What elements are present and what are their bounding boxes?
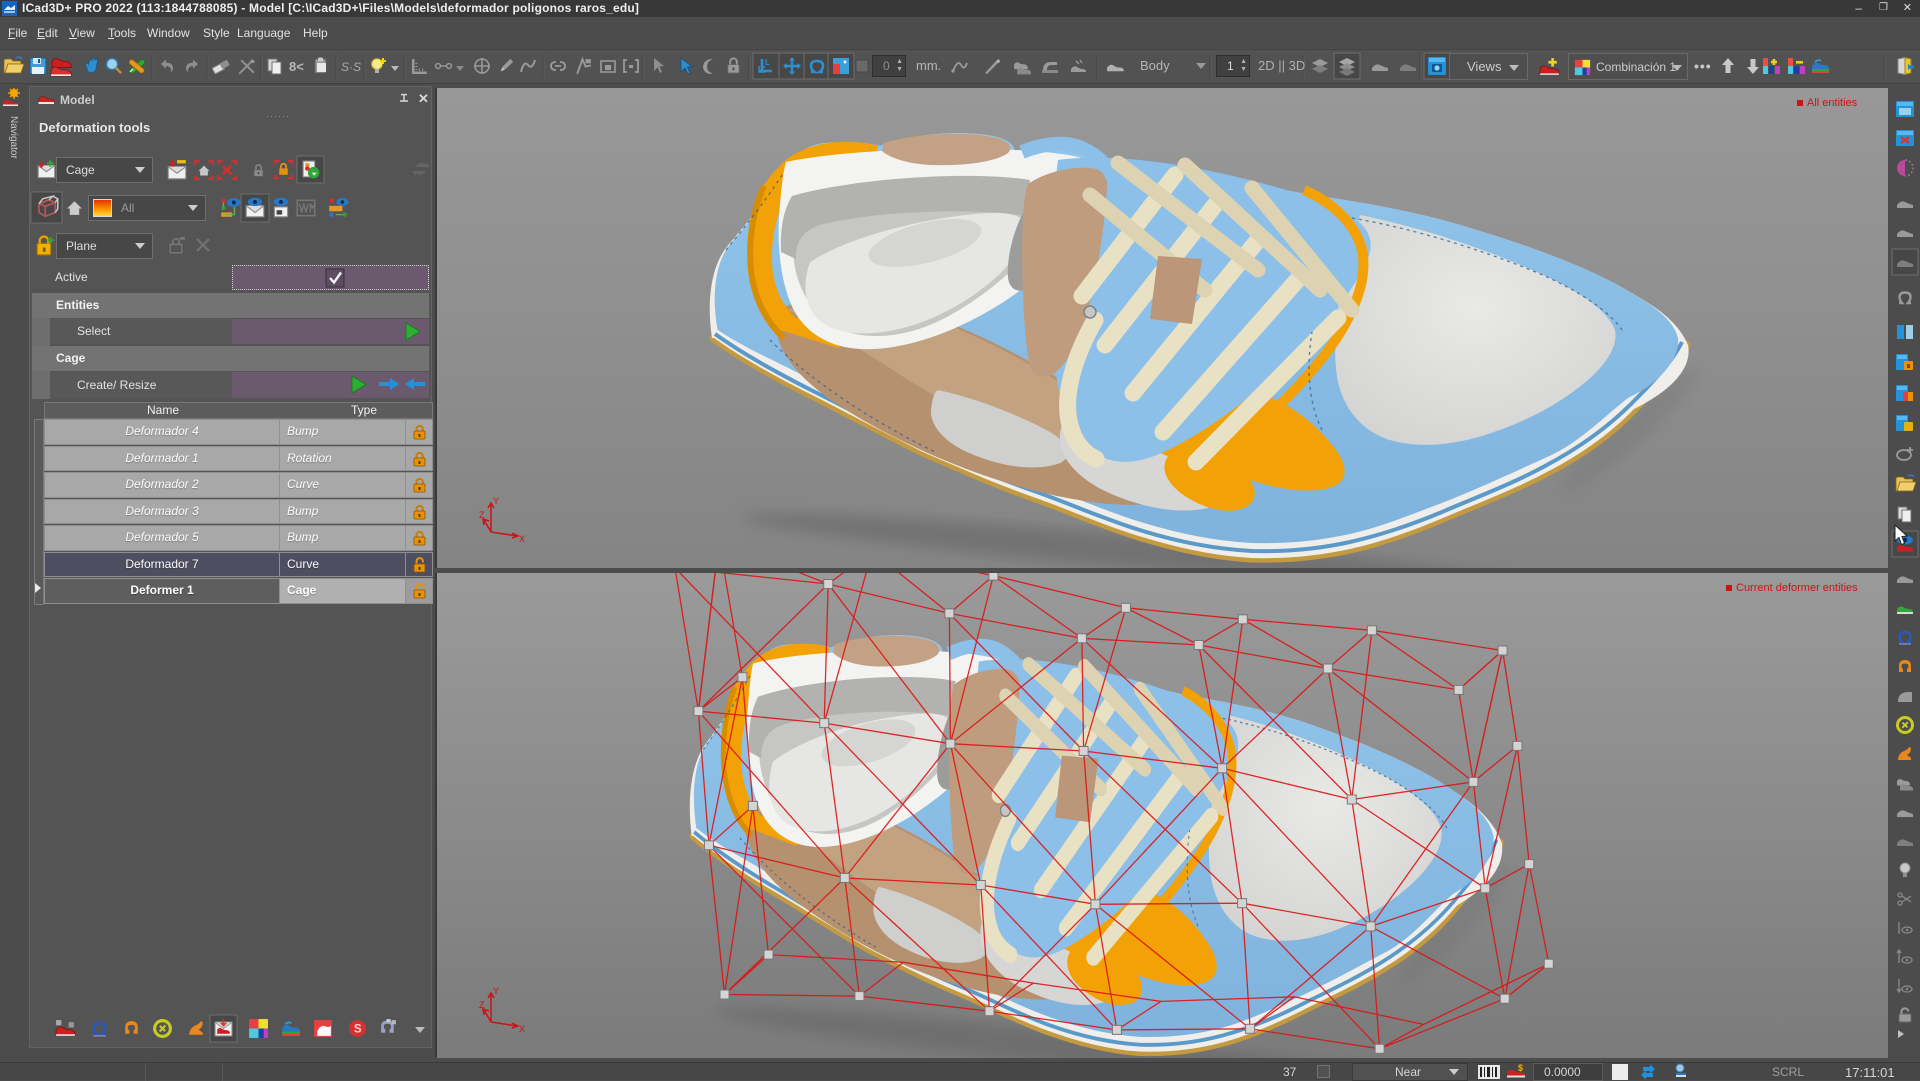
svg-text:Y: Y [493, 496, 499, 506]
svg-text:8<: 8< [289, 59, 304, 74]
svg-text:X: X [519, 1024, 525, 1034]
svg-text:Z: Z [479, 510, 485, 520]
svg-text:Z: Z [479, 1000, 485, 1010]
svg-text:$: $ [1518, 1064, 1523, 1073]
svg-text:S: S [354, 1024, 362, 1036]
svg-text:X: X [519, 534, 525, 544]
svg-text:S·S: S·S [341, 60, 361, 74]
svg-text:L: L [765, 58, 770, 67]
svg-text:Y: Y [493, 986, 499, 996]
